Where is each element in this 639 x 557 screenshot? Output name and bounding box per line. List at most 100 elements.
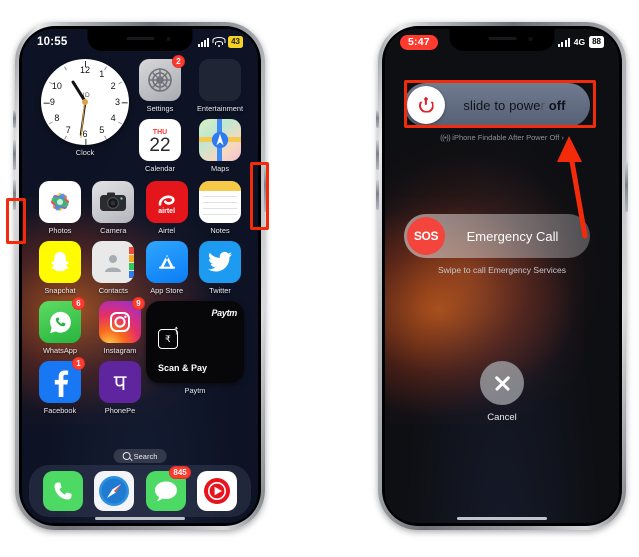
snapchat-icon — [39, 241, 81, 283]
cancel-button[interactable] — [480, 361, 524, 405]
app-label: Instagram — [103, 346, 137, 355]
left-notch — [87, 29, 193, 51]
twitter-icon — [198, 241, 241, 283]
right-status-indicators: 4G 88 — [558, 36, 604, 48]
app-label: Photos — [48, 226, 72, 235]
annotation-red-arrow — [557, 136, 588, 239]
dock-app-messages[interactable]: 845 — [145, 466, 191, 511]
app-airtel[interactable]: airtel Airtel — [143, 181, 191, 235]
app-snapchat[interactable]: Snapchat — [36, 241, 84, 295]
speaker-icon — [488, 37, 516, 40]
emergency-call-subtitle: Swipe to call Emergency Services — [437, 265, 567, 275]
left-phone-volume-up-button[interactable] — [13, 140, 16, 170]
clock-num-9: 9 — [49, 97, 55, 107]
paytm-arrow-icon: ↑ — [173, 322, 180, 337]
search-label: Search — [133, 451, 158, 461]
clock-face: 12 1 2 3 4 5 6 7 8 9 10 ND — [41, 59, 129, 145]
cancel-label: Cancel — [487, 412, 517, 423]
right-phone-side-power-button[interactable] — [625, 162, 628, 212]
app-app-store[interactable]: App Store — [143, 241, 191, 295]
dock-app-phone[interactable] — [42, 471, 84, 511]
clock-center-pin — [82, 99, 88, 105]
folder-icon — [199, 59, 241, 101]
app-label: Settings — [146, 104, 174, 113]
right-phone-volume-down-button[interactable] — [376, 180, 379, 210]
app-notes[interactable]: Notes — [196, 181, 244, 235]
app-photos[interactable]: Photos — [36, 181, 84, 235]
app-instagram[interactable]: 9 Instagram — [96, 297, 145, 355]
calendar-day: 22 — [149, 134, 171, 156]
clock-widget-label: Clock — [75, 148, 95, 157]
network-type-label: 4G — [573, 37, 586, 47]
paytm-action-label: Scan & Pay — [158, 363, 208, 373]
app-maps[interactable]: Maps — [196, 119, 244, 173]
cellular-bars-icon — [558, 37, 570, 47]
app-label: WhatsApp — [42, 346, 78, 355]
left-phone-screen: 10:55 43 12 1 2 3 4 5 6 7 8 9 10 ND Cloc… — [22, 29, 258, 523]
left-phone-silent-switch[interactable] — [13, 110, 16, 128]
paytm-widget-label: Paytm — [184, 386, 206, 395]
settings-badge: 2 — [172, 55, 185, 68]
app-label: Camera — [100, 226, 127, 235]
app-row-4: Snapchat Contacts App Store Twitter — [36, 241, 244, 295]
app-label: Snapchat — [44, 286, 76, 295]
clock-widget[interactable]: 12 1 2 3 4 5 6 7 8 9 10 ND Clock — [36, 59, 134, 157]
home-indicator — [95, 516, 185, 520]
right-phone-silent-switch[interactable] — [376, 110, 379, 128]
dock-app-youtube[interactable] — [196, 471, 238, 511]
instagram-badge: 9 — [132, 297, 145, 310]
front-camera-icon — [528, 37, 533, 41]
photos-icon — [39, 181, 81, 223]
app-label: Contacts — [98, 286, 128, 295]
camera-icon — [92, 181, 135, 223]
battery-indicator: 88 — [589, 36, 604, 48]
home-indicator — [457, 516, 547, 520]
findmy-broadcast-icon: ((•)) — [440, 133, 451, 142]
cancel-area: Cancel — [385, 361, 619, 423]
app-label: Airtel — [158, 226, 176, 235]
app-camera[interactable]: Camera — [89, 181, 137, 235]
sos-icon: SOS — [407, 217, 445, 255]
clock-num-6: 6 — [82, 128, 88, 139]
clock-num-7: 7 — [65, 124, 71, 135]
app-label: Maps — [210, 164, 230, 173]
app-label: App Store — [150, 286, 184, 295]
paytm-widget[interactable]: Paytm ₹ ↑ Scan & Pay — [146, 301, 244, 383]
annotation-side-button-box — [250, 162, 269, 230]
right-notch — [449, 29, 555, 51]
search-icon — [122, 452, 131, 460]
right-phone-volume-up-button[interactable] — [376, 140, 379, 170]
app-contacts[interactable]: Contacts — [89, 241, 137, 295]
dock: 845 — [29, 465, 251, 517]
app-phonepe[interactable]: प PhonePe — [96, 361, 144, 415]
app-settings[interactable]: 2 Settings — [136, 55, 185, 113]
phonepe-icon: प — [99, 361, 141, 403]
calendar-icon: THU 22 — [139, 119, 181, 161]
app-store-icon — [145, 241, 188, 283]
cellular-bars-icon — [197, 37, 210, 47]
front-camera-icon — [166, 37, 171, 41]
clock-num-8: 8 — [54, 113, 60, 124]
clock-num-5: 5 — [99, 124, 105, 135]
app-facebook[interactable]: 1 Facebook — [36, 357, 85, 415]
messages-badge: 845 — [169, 466, 191, 479]
app-calendar[interactable]: THU 22 Calendar — [136, 119, 184, 173]
maps-icon — [199, 119, 241, 161]
whatsapp-badge: 6 — [72, 297, 85, 310]
app-whatsapp[interactable]: 6 WhatsApp — [36, 297, 85, 355]
search-pill[interactable]: Search — [113, 449, 167, 463]
safari-compass-icon — [94, 471, 135, 511]
left-status-indicators: 43 — [197, 36, 243, 48]
left-phone-device: 10:55 43 12 1 2 3 4 5 6 7 8 9 10 ND Cloc… — [13, 22, 267, 530]
contacts-icon — [92, 241, 135, 283]
app-twitter[interactable]: Twitter — [196, 241, 244, 295]
dock-app-safari[interactable] — [93, 471, 135, 511]
clock-num-2: 2 — [110, 80, 116, 91]
left-status-time: 10:55 — [37, 36, 68, 48]
speaker-icon — [126, 37, 154, 40]
notes-icon — [198, 181, 241, 223]
app-label: PhonePe — [104, 406, 136, 415]
youtube-play-icon — [197, 471, 238, 511]
folder-entertainment[interactable]: Entertainment — [196, 59, 244, 113]
app-label: Entertainment — [196, 104, 243, 113]
